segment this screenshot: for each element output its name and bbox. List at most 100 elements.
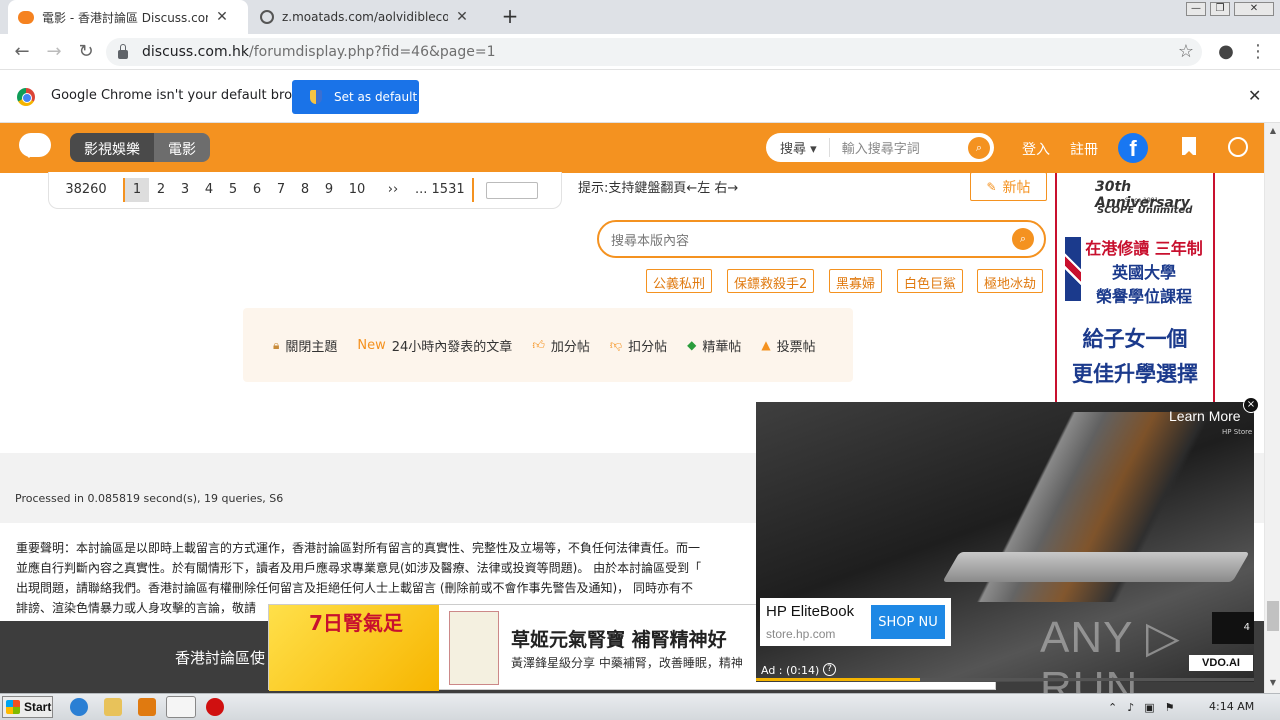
- disclaimer-line: 並應自行判斷內容之真實性。於有關情形下，讀者及用戶應尋求專業意見(如涉及醫療、法…: [16, 561, 702, 575]
- laptop-base-image: [942, 552, 1250, 582]
- page-scrollbar[interactable]: ▲ ▼: [1264, 123, 1280, 693]
- ad-line: 更佳升學選擇: [1072, 362, 1198, 386]
- restore-button[interactable]: ❐: [1210, 2, 1230, 16]
- page-link[interactable]: 4: [197, 178, 221, 202]
- tab-title: 電影 - 香港討論區 Discuss.com.hk -: [42, 10, 208, 25]
- search-input[interactable]: 輸入搜尋字詞: [830, 138, 968, 157]
- window-close-button[interactable]: ✕: [1234, 2, 1274, 16]
- board-search-input[interactable]: 搜尋本版內容 ⌕: [597, 220, 1046, 258]
- learn-more-link[interactable]: Learn More: [1169, 408, 1241, 424]
- page-link[interactable]: 3: [173, 178, 197, 202]
- new-tab-button[interactable]: +: [498, 5, 522, 29]
- opera-icon[interactable]: [206, 698, 224, 716]
- filter-label: 投票帖: [776, 339, 816, 355]
- chrome-logo-icon: [17, 88, 35, 106]
- tag-link[interactable]: 極地冰劫: [977, 269, 1044, 293]
- tab-discuss-movies[interactable]: 電影 - 香港討論區 Discuss.com.hk - ✕: [8, 0, 248, 34]
- shop-now-button[interactable]: SHOP NU: [870, 604, 946, 640]
- gem-icon: ◆: [687, 338, 697, 352]
- keyboard-hint: 提示:支持鍵盤翻頁←左 右→: [578, 181, 739, 196]
- volume-icon[interactable]: ♪: [1127, 701, 1134, 714]
- search-scope-select[interactable]: 搜尋 ▾: [766, 138, 830, 157]
- next-page-link[interactable]: ››: [373, 178, 413, 202]
- register-link[interactable]: 註冊: [1070, 139, 1098, 159]
- filter-closed[interactable]: 🔒︎ 關閉主題: [273, 336, 337, 355]
- set-default-button[interactable]: Set as default: [292, 80, 419, 114]
- vote-icon: ▲: [761, 338, 771, 352]
- site-logo-icon[interactable]: [19, 133, 51, 158]
- network-icon[interactable]: ▣: [1144, 701, 1154, 714]
- thumbs-up-icon: 👍︎: [532, 337, 545, 352]
- page-link[interactable]: 7: [269, 178, 293, 202]
- ad-line: 給子女一個: [1082, 327, 1188, 351]
- close-icon[interactable]: ✕: [454, 9, 470, 25]
- page-jump-input[interactable]: [485, 181, 538, 199]
- ad-line: 榮譽學位課程: [1095, 287, 1192, 306]
- filter-digest[interactable]: ◆ 精華帖: [687, 336, 741, 355]
- side-banner-ad[interactable]: 30th Anniversary Since 1991 SCOPE Unlimi…: [1055, 173, 1215, 403]
- close-icon[interactable]: ✕: [214, 9, 230, 25]
- tag-link[interactable]: 公義私刑: [646, 269, 713, 293]
- bookmark-icon[interactable]: [1182, 137, 1196, 155]
- scroll-up-icon[interactable]: ▲: [1265, 123, 1280, 139]
- filter-poll[interactable]: ▲ 投票帖: [761, 336, 815, 355]
- ie-icon[interactable]: [70, 698, 88, 716]
- new-post-button[interactable]: ✎ 新帖: [970, 172, 1047, 201]
- facebook-icon[interactable]: f: [1118, 133, 1148, 163]
- page-link[interactable]: 9: [317, 178, 341, 202]
- vdo-logo[interactable]: VDO.AI: [1189, 655, 1253, 671]
- filter-minus[interactable]: 👎︎ 扣分帖: [610, 336, 667, 355]
- flag-icon[interactable]: ⚑: [1165, 701, 1175, 714]
- forward-icon[interactable]: →: [42, 40, 66, 64]
- globe-icon: [260, 10, 274, 24]
- tray-expand-icon[interactable]: ⌃: [1108, 701, 1117, 714]
- product-domain: store.hp.com: [766, 627, 836, 641]
- start-button[interactable]: Start: [2, 696, 53, 718]
- page-link[interactable]: 5: [221, 178, 245, 202]
- reload-icon[interactable]: ↻: [74, 40, 98, 64]
- tag-link[interactable]: 黑寡婦: [829, 269, 883, 293]
- filter-label: 關閉主題: [285, 339, 338, 355]
- infobar-message: Google Chrome isn't your default browser: [51, 88, 323, 103]
- explorer-folder-icon[interactable]: [104, 698, 122, 716]
- minimize-button[interactable]: —: [1186, 2, 1206, 16]
- breadcrumb-item-entertainment[interactable]: 影視娛樂: [70, 133, 154, 162]
- scroll-down-icon[interactable]: ▼: [1265, 675, 1280, 691]
- close-icon[interactable]: ×: [1243, 397, 1259, 413]
- bookmark-star-icon[interactable]: ☆: [1174, 40, 1198, 64]
- filter-new-24h[interactable]: New 24小時內發表的文章: [357, 336, 512, 355]
- infobar-close-icon[interactable]: ✕: [1248, 86, 1261, 105]
- profile-icon[interactable]: ●: [1214, 40, 1238, 64]
- pagination: 38260 1 2 3 4 5 6 7 8 9 10 ›› ... 1531: [48, 172, 562, 209]
- search-icon[interactable]: ⌕: [968, 136, 990, 159]
- page-link[interactable]: 6: [245, 178, 269, 202]
- page-link[interactable]: 8: [293, 178, 317, 202]
- last-page-link[interactable]: ... 1531: [413, 178, 474, 202]
- page-link[interactable]: 1: [125, 178, 149, 202]
- tab-moatads[interactable]: z.moatads.com/aolvidiblecontent859 ✕: [250, 0, 490, 34]
- chrome-taskbar-button[interactable]: [166, 696, 196, 718]
- ad-badge: 7日腎氣足: [309, 611, 403, 635]
- taskbar-clock: 4:14 AM: [1209, 700, 1255, 713]
- menu-icon[interactable]: ⋮: [1246, 40, 1270, 64]
- page-link[interactable]: 10: [341, 178, 373, 202]
- address-bar[interactable]: discuss.com.hk/forumdisplay.php?fid=46&p…: [106, 38, 1202, 66]
- search-icon[interactable]: ⌕: [1012, 228, 1034, 250]
- login-link[interactable]: 登入: [1022, 139, 1050, 159]
- breadcrumb-item-movies[interactable]: 電影: [154, 133, 210, 162]
- board-search-placeholder: 搜尋本版內容: [611, 233, 690, 249]
- filter-plus[interactable]: 👍︎ 加分帖: [532, 336, 590, 355]
- disclaimer-line: 重要聲明：本討論區是以即時上載留言的方式運作，香港討論區對所有留言的真實性、完整…: [16, 541, 701, 555]
- ad-info-icon[interactable]: ?: [823, 663, 836, 676]
- tag-link[interactable]: 保鏢救殺手2: [727, 269, 815, 293]
- url-path: /forumdisplay.php?fid=46&page=1: [249, 44, 496, 60]
- browser-toolbar: ← → ↻ discuss.com.hk/forumdisplay.php?fi…: [0, 34, 1280, 70]
- tag-link[interactable]: 白色巨鯊: [897, 269, 964, 293]
- discuss-chat-icon: [18, 10, 34, 24]
- ad-subtext: 黃澤鋒星級分享 中藥補腎，改善睡眠，精神: [511, 656, 743, 670]
- media-player-icon[interactable]: [138, 698, 156, 716]
- back-icon[interactable]: ←: [10, 40, 34, 64]
- page-link[interactable]: 2: [149, 178, 173, 202]
- history-clock-icon[interactable]: [1228, 137, 1248, 157]
- scroll-thumb[interactable]: [1267, 601, 1279, 631]
